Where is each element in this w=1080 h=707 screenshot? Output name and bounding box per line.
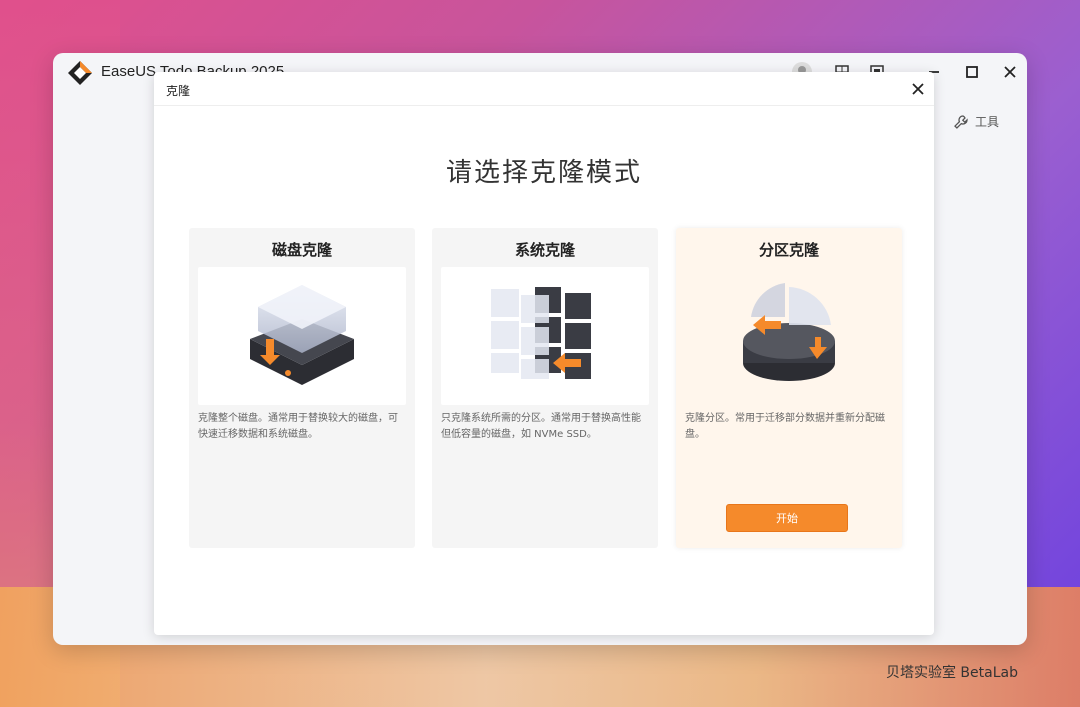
disk-clone-card[interactable]: 磁盘克隆 克隆整个磁盘。通常用于替换较大的磁盘，可快速迁移数据和系统磁盘。 [189, 228, 415, 548]
card-title: 系统克隆 [514, 241, 575, 259]
tools-label: 工具 [975, 115, 1000, 129]
maximize-button[interactable] [961, 61, 983, 83]
start-button[interactable]: 开始 [726, 504, 848, 532]
easeus-logo-icon [68, 61, 92, 85]
watermark: 贝塔实验室 BetaLab [885, 665, 1018, 681]
dialog-header: 克隆 [154, 72, 934, 106]
card-description: 克隆整个磁盘。通常用于替换较大的磁盘，可快速迁移数据和系统磁盘。 [198, 413, 398, 440]
dialog-heading: 请选择克隆模式 [445, 158, 642, 188]
dialog-title: 克隆 [166, 84, 191, 98]
partition-clone-card[interactable]: 分区克隆 克隆分区。常用于迁移部分数据并重新分配磁盘。 开始 [676, 228, 902, 548]
clone-dialog: 克隆 请选择克隆模式 磁盘克隆 克隆整个磁盘。通常用于替换较大的磁盘，可快速迁移… [154, 72, 934, 635]
card-description: 只克隆系统所需的分区。通常用于替换高性能但低容量的磁盘，如 NVMe SSD。 [441, 413, 641, 440]
dialog-close-button[interactable] [912, 78, 924, 100]
tools-button[interactable]: 工具 [953, 113, 999, 130]
disk-clone-illustration [198, 267, 406, 405]
close-window-button[interactable] [999, 61, 1021, 83]
partition-clone-illustration [685, 267, 893, 405]
card-title: 磁盘克隆 [271, 241, 332, 259]
card-title: 分区克隆 [758, 241, 819, 259]
app-window: EaseUS Todo Backup 2025 工具 克隆 [53, 53, 1027, 645]
close-icon [912, 83, 924, 95]
card-description: 克隆分区。常用于迁移部分数据并重新分配磁盘。 [685, 413, 885, 440]
system-clone-illustration [441, 267, 649, 405]
system-clone-card[interactable]: 系统克隆 只克隆系统所需的分区。通常用于替换高性能但低容量的磁盘，如 NVMe … [432, 228, 658, 548]
wrench-icon [954, 114, 968, 129]
